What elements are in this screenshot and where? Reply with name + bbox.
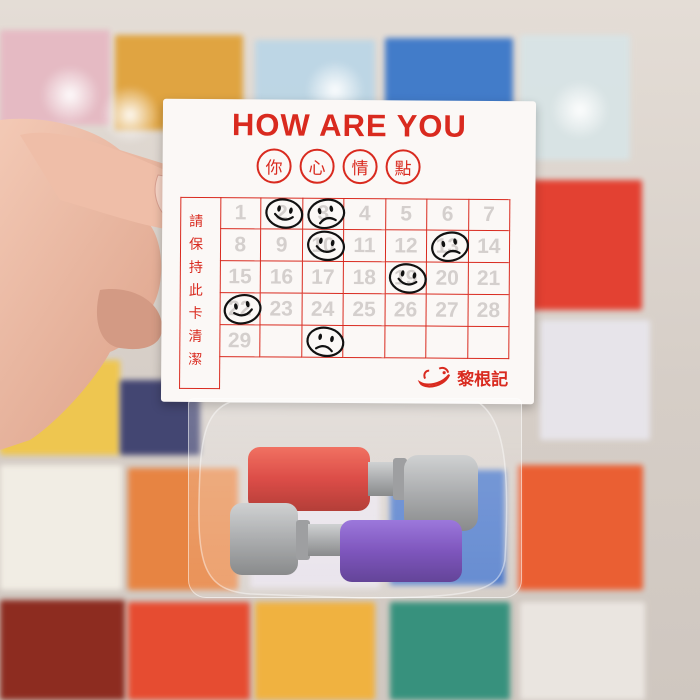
bag-sheen bbox=[198, 401, 508, 599]
photo-scene: HOW ARE YOU 你 心 情 點 請 保 持 此 卡 清 潔 123456… bbox=[0, 0, 700, 700]
stamp-pens bbox=[198, 401, 508, 599]
